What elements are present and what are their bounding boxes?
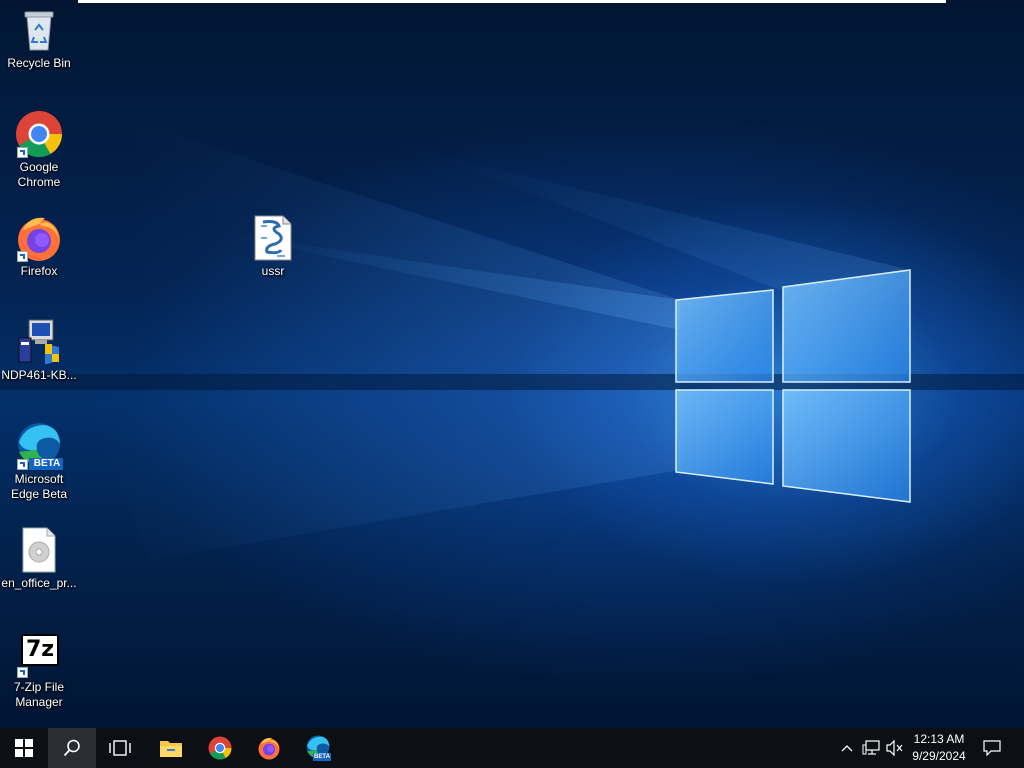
edge-beta-icon: BETA xyxy=(15,422,63,470)
network-icon xyxy=(862,740,880,755)
firefox-icon xyxy=(258,737,280,760)
desktop-icon-firefox[interactable]: Firefox xyxy=(0,214,78,279)
desktop[interactable]: Recycle Bin Google Chrome Firefox NDP461… xyxy=(0,0,1024,728)
desktop-icon-label: ussr xyxy=(261,264,285,278)
show-hidden-icons-button[interactable] xyxy=(838,728,856,768)
script-file-icon xyxy=(249,214,297,262)
shortcut-arrow-icon xyxy=(17,251,28,262)
taskbar-chrome[interactable] xyxy=(196,728,244,768)
desktop-icon-label: Recycle Bin xyxy=(7,56,71,70)
desktop-icon-google-chrome[interactable]: Google Chrome xyxy=(0,110,78,190)
shortcut-arrow-icon xyxy=(17,147,28,158)
chrome-icon xyxy=(15,110,63,158)
volume-muted-icon xyxy=(886,740,903,756)
chrome-icon xyxy=(208,736,232,760)
volume-tray-button[interactable] xyxy=(884,728,906,768)
windows-logo-wallpaper xyxy=(0,120,1024,560)
taskbar-file-explorer[interactable] xyxy=(147,728,195,768)
task-view-icon xyxy=(109,740,131,756)
clock-time: 12:13 AM xyxy=(913,732,965,746)
installer-icon xyxy=(15,318,63,366)
edge-beta-icon: BETA xyxy=(305,735,331,761)
desktop-icon-ussr[interactable]: ussr xyxy=(234,214,312,279)
taskbar-edge-beta[interactable]: BETA xyxy=(294,728,342,768)
taskbar: BETA 12:13 AM 9/29/2024 xyxy=(0,728,1024,768)
edge-beta-badge: BETA xyxy=(33,458,61,469)
desktop-icon-edge-beta[interactable]: BETA Microsoft Edge Beta xyxy=(0,422,78,502)
desktop-icon-7zip[interactable]: 7z 7-Zip File Manager xyxy=(0,630,78,710)
desktop-icon-label: Microsoft Edge Beta xyxy=(10,472,68,501)
desktop-icon-office-image[interactable]: en_office_pr... xyxy=(0,526,78,591)
desktop-icon-label: Firefox xyxy=(20,264,58,278)
top-strip xyxy=(78,0,946,3)
7zip-icon: 7z xyxy=(15,630,63,678)
windows-start-icon xyxy=(15,739,33,757)
desktop-icon-recycle-bin[interactable]: Recycle Bin xyxy=(0,6,78,71)
action-center-button[interactable] xyxy=(978,728,1006,768)
desktop-icon-ndp461-installer[interactable]: NDP461-KB... xyxy=(0,318,78,383)
edge-beta-badge: BETA xyxy=(313,753,331,761)
notification-icon xyxy=(983,740,1001,756)
chevron-up-icon xyxy=(841,745,853,752)
start-button[interactable] xyxy=(0,728,48,768)
desktop-icon-label: en_office_pr... xyxy=(1,576,77,590)
task-view-button[interactable] xyxy=(96,728,144,768)
desktop-icon-label: NDP461-KB... xyxy=(1,368,77,382)
disc-image-file-icon xyxy=(15,526,63,574)
desktop-icon-label: 7-Zip File Manager xyxy=(13,680,64,709)
clock[interactable]: 12:13 AM 9/29/2024 xyxy=(904,731,974,765)
firefox-icon xyxy=(15,214,63,262)
clock-date: 9/29/2024 xyxy=(912,749,966,763)
shortcut-arrow-icon xyxy=(17,667,28,678)
search-icon xyxy=(63,739,80,757)
shortcut-arrow-icon xyxy=(17,459,28,470)
folder-icon xyxy=(160,741,182,757)
7zip-glyph-text: 7z xyxy=(25,637,55,662)
recycle-bin-icon xyxy=(15,6,63,54)
network-tray-button[interactable] xyxy=(860,728,882,768)
desktop-icon-label: Google Chrome xyxy=(17,160,61,189)
search-button[interactable] xyxy=(48,728,96,768)
taskbar-firefox[interactable] xyxy=(245,728,293,768)
